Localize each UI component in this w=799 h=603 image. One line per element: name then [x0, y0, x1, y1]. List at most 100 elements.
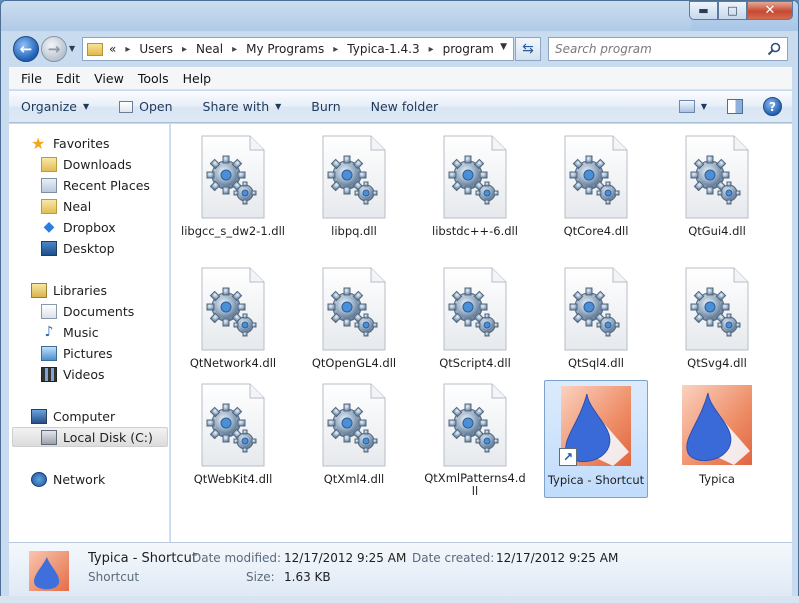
breadcrumb-program[interactable]: program	[443, 42, 494, 56]
menu-file[interactable]: File	[21, 71, 42, 86]
view-options-dropdown[interactable]: ▼	[701, 102, 707, 111]
dll-file-icon	[321, 383, 387, 467]
dll-file-icon	[684, 267, 750, 351]
dll-file-icon	[321, 135, 387, 219]
file-item-libstdc-6-dll[interactable]: libstdc++-6.dll	[423, 132, 527, 250]
date-created-value: 12/17/2012 9:25 AM	[496, 551, 619, 565]
file-list: libgcc_s_dw2-1.dll libpq.dll libstdc++-6.d…	[171, 124, 792, 542]
typica-app-icon	[29, 551, 69, 591]
nav-documents[interactable]: Documents	[9, 301, 134, 321]
file-item-qtsql4-dll[interactable]: QtSql4.dll	[544, 264, 648, 382]
chevron-right-icon[interactable]: ▸	[333, 44, 338, 55]
nav-label: Downloads	[63, 156, 132, 172]
nav-label: Libraries	[53, 282, 107, 298]
nav-label: Local Disk (C:)	[63, 429, 153, 445]
libraries-icon	[31, 282, 47, 298]
folder-icon	[87, 42, 103, 56]
address-row: ← → ▼ « ▸ Users ▸ Neal ▸ My Programs ▸ T…	[1, 33, 798, 67]
breadcrumb-my-programs[interactable]: My Programs	[246, 42, 324, 56]
file-item-qtwebkit4-dll[interactable]: QtWebKit4.dll	[181, 380, 285, 498]
address-bar[interactable]: « ▸ Users ▸ Neal ▸ My Programs ▸ Typica-…	[82, 37, 514, 61]
recent-pages-dropdown[interactable]: ▼	[69, 44, 75, 53]
nav-recent-places[interactable]: Recent Places	[9, 175, 150, 195]
refresh-button[interactable]: ⇆	[515, 37, 541, 61]
maximize-button[interactable]: □	[718, 1, 747, 20]
share-with-label: Share with	[202, 99, 270, 114]
nav-videos[interactable]: Videos	[9, 364, 105, 384]
file-item-qtscript4-dll[interactable]: QtScript4.dll	[423, 264, 527, 382]
file-item-qtsvg4-dll[interactable]: QtSvg4.dll	[665, 264, 769, 382]
organize-label: Organize	[21, 99, 77, 114]
file-name-label: QtNetwork4.dll	[189, 356, 277, 370]
details-filename: Typica - Shortcut	[88, 551, 197, 566]
nav-libraries[interactable]: Libraries	[9, 280, 107, 300]
menu-edit[interactable]: Edit	[56, 71, 80, 86]
breadcrumb-typica[interactable]: Typica-1.4.3	[347, 42, 419, 56]
chevron-right-icon[interactable]: ▸	[125, 44, 130, 55]
minimize-button[interactable]: ▬	[689, 1, 718, 20]
forward-button[interactable]: →	[41, 36, 67, 62]
dll-file-icon	[442, 267, 508, 351]
file-item-qtgui4-dll[interactable]: QtGui4.dll	[665, 132, 769, 250]
file-name-label: Typica	[699, 472, 735, 486]
preview-pane-icon[interactable]	[727, 99, 743, 114]
nav-favorites[interactable]: ★ Favorites	[9, 133, 109, 153]
chevron-right-icon[interactable]: ▸	[182, 44, 187, 55]
open-button[interactable]: Open	[119, 99, 173, 114]
chevron-right-icon[interactable]: ▸	[232, 44, 237, 55]
burn-label: Burn	[311, 99, 341, 114]
address-dropdown-icon[interactable]: ▼	[500, 42, 507, 52]
file-item-qtopengl4-dll[interactable]: QtOpenGL4.dll	[302, 264, 406, 382]
date-modified-label: Date modified:	[192, 551, 282, 565]
file-item-typica-shortcut[interactable]: ↗ Typica - Shortcut	[544, 380, 648, 498]
menu-tools[interactable]: Tools	[138, 71, 169, 86]
file-name-label: QtOpenGL4.dll	[311, 356, 397, 370]
search-input[interactable]: Search program	[548, 37, 788, 61]
nav-music[interactable]: ♪ Music	[9, 322, 99, 342]
menu-view[interactable]: View	[94, 71, 124, 86]
file-item-qtxmlpatterns4-dll[interactable]: QtXmlPatterns4.dll	[423, 380, 527, 498]
new-folder-button[interactable]: New folder	[371, 99, 439, 114]
chevron-right-icon[interactable]: ▸	[429, 44, 434, 55]
file-item-qtcore4-dll[interactable]: QtCore4.dll	[544, 132, 648, 250]
search-icon[interactable]	[767, 42, 781, 56]
organize-button[interactable]: Organize ▼	[21, 99, 89, 114]
file-name-label: libgcc_s_dw2-1.dll	[181, 224, 285, 238]
file-item-typica[interactable]: Typica	[665, 380, 769, 498]
file-name-label: QtGui4.dll	[688, 224, 746, 238]
file-name-label: QtXmlPatterns4.dll	[424, 471, 526, 498]
change-view-icon[interactable]	[678, 100, 695, 113]
file-item-libgcc-s-dw2-1-dll[interactable]: libgcc_s_dw2-1.dll	[181, 132, 285, 250]
burn-button[interactable]: Burn	[311, 99, 340, 114]
menu-help[interactable]: Help	[183, 71, 212, 86]
navigation-pane: ★ Favorites Downloads Recent Places Neal…	[9, 124, 170, 542]
nav-neal[interactable]: Neal	[9, 196, 91, 216]
file-item-libpq-dll[interactable]: libpq.dll	[302, 132, 406, 250]
title-bar[interactable]: ▬ □ ✕	[1, 1, 798, 31]
date-modified-value: 12/17/2012 9:25 AM	[284, 551, 407, 565]
search-placeholder: Search program	[555, 42, 652, 56]
file-name-label: QtWebKit4.dll	[193, 472, 273, 486]
help-icon[interactable]: ?	[763, 97, 782, 116]
file-item-qtxml4-dll[interactable]: QtXml4.dll	[302, 380, 406, 498]
file-name-label: libstdc++-6.dll	[432, 224, 518, 238]
typica-shortcut-icon: ↗	[557, 384, 635, 468]
desktop-icon	[41, 240, 57, 256]
breadcrumb-neal[interactable]: Neal	[196, 42, 223, 56]
nav-pictures[interactable]: Pictures	[9, 343, 113, 363]
file-item-qtnetwork4-dll[interactable]: QtNetwork4.dll	[181, 264, 285, 382]
nav-downloads[interactable]: Downloads	[9, 154, 132, 174]
nav-computer[interactable]: Computer	[9, 406, 115, 426]
close-button[interactable]: ✕	[747, 1, 793, 20]
breadcrumb-users[interactable]: Users	[139, 42, 173, 56]
network-icon	[31, 471, 47, 487]
breadcrumb-overflow[interactable]: «	[109, 42, 116, 56]
share-with-button[interactable]: Share with ▼	[203, 99, 282, 114]
nav-desktop[interactable]: Desktop	[9, 238, 115, 258]
nav-label: Videos	[63, 366, 105, 382]
nav-local-disk[interactable]: Local Disk (C:)	[12, 427, 168, 447]
nav-network[interactable]: Network	[9, 469, 105, 489]
back-button[interactable]: ←	[13, 36, 39, 62]
nav-dropbox[interactable]: ◆ Dropbox	[9, 217, 116, 237]
typica-app-icon	[678, 383, 756, 467]
